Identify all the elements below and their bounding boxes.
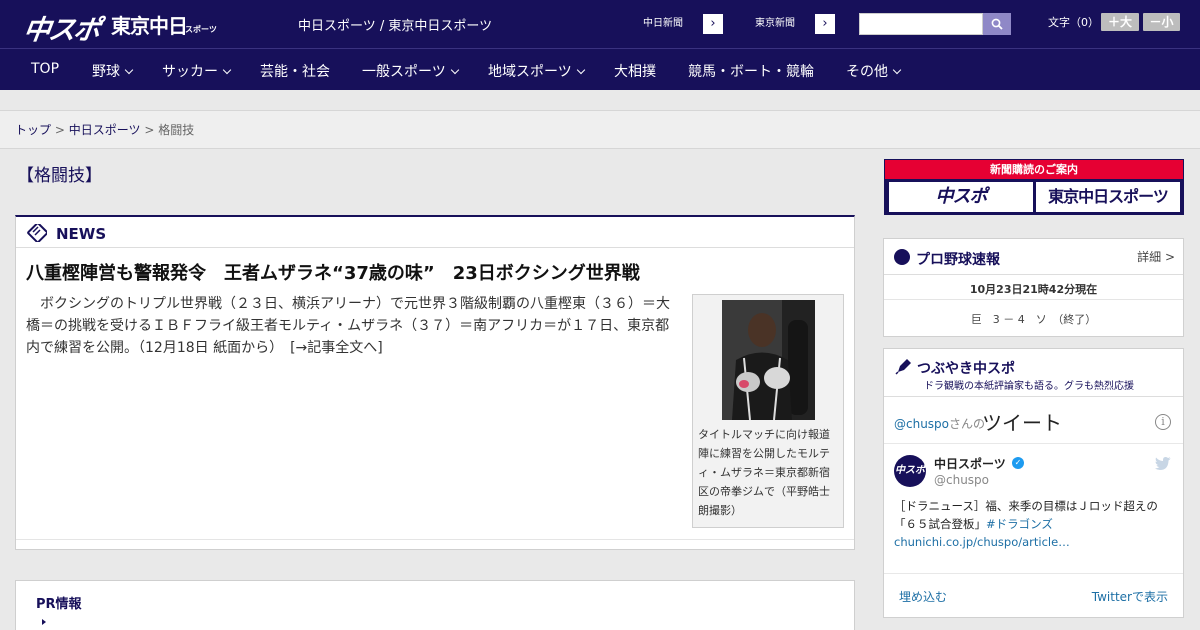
tweets-subtitle: ドラ観戦の本紙評論家も語る。グラも熱烈応援 [924, 381, 1134, 392]
nav-racing-label: 競馬・ボート・競輪 [688, 64, 814, 80]
bullet-arrow-icon [42, 619, 46, 625]
tokyo-shimbun-link[interactable]: 東京新聞 › [734, 13, 836, 35]
chevron-down-icon [892, 65, 902, 75]
twitter-bird-icon[interactable] [1155, 456, 1171, 470]
baseball-icon [894, 249, 910, 265]
photo-caption: タイトルマッチに向け報道陣に練習を公開したモルティ・ムザラネ＝東京都新宿区の帝拳… [698, 428, 830, 517]
chuspo-logo[interactable]: 中スポ [21, 8, 101, 47]
avatar[interactable]: 中スポ [894, 455, 926, 487]
article-photo-frame: タイトルマッチに向け報道陣に練習を公開したモルティ・ムザラネ＝東京都新宿区の帝拳… [692, 294, 844, 528]
read-more-link[interactable]: [→記事全文へ] [290, 340, 383, 356]
nav-soccer-label: サッカー [162, 64, 218, 80]
chunichi-shimbun-link[interactable]: 中日新聞 › [622, 13, 724, 35]
chevron-down-icon [222, 65, 232, 75]
article-summary: ボクシングのトリプル世界戦（２３日、横浜アリーナ）で元世界３階級制覇の八重樫東（… [26, 293, 681, 359]
font-smaller-button[interactable]: －小 [1143, 13, 1180, 31]
twitter-timeline: @chuspoさんの ツイート i 中スポ 中日スポーツ ✓ @chuspo ［… [884, 396, 1183, 618]
breadcrumb-top[interactable]: トップ [15, 123, 51, 137]
nav-sumo-label: 大相撲 [614, 64, 656, 80]
tweets-title: つぶやき中スポ [917, 361, 1015, 377]
nav-general-sports[interactable]: 一般スポーツ [362, 61, 459, 81]
chevron-right-icon: › [703, 14, 723, 34]
subscribe-tokyo-chunichi-logo[interactable]: 東京中日スポーツ [1036, 182, 1180, 212]
site-names: 中日スポーツ / 東京中日スポーツ [298, 19, 493, 34]
top-header: 中スポ 東京中日 スポーツ 中日スポーツ / 東京中日スポーツ 中日新聞 › 東… [0, 0, 1200, 48]
nav-baseball[interactable]: 野球 [92, 61, 134, 81]
baseball-game-result[interactable]: 巨 3 － 4 ソ （終了） [884, 311, 1183, 327]
info-icon[interactable]: i [1155, 414, 1171, 430]
verified-badge-icon: ✓ [1012, 457, 1024, 469]
baseball-divider [884, 299, 1183, 300]
nav-other-label: その他 [846, 64, 888, 80]
subscribe-chuspo-logo[interactable]: 中スポ [889, 182, 1033, 212]
nav-top[interactable]: TOP [31, 61, 59, 77]
pen-icon [895, 359, 911, 375]
font-larger-button[interactable]: ＋大 [1101, 13, 1139, 31]
chunichi-shimbun-label: 中日新聞 [623, 14, 703, 34]
baseball-scores-card: プロ野球速報 詳細 > 10月23日21時42分現在 巨 3 － 4 ソ （終了… [883, 238, 1184, 337]
search-icon [991, 18, 1003, 30]
tweets-card: つぶやき中スポ ドラ観戦の本紙評論家も語る。グラも熱烈応援 @chuspoさんの… [883, 348, 1184, 618]
tokyo-shimbun-label: 東京新聞 [735, 14, 815, 34]
boxer-photo[interactable] [722, 300, 815, 420]
article-headline[interactable]: 八重樫陣営も警報発令 王者ムザラネ“37歳の味” 23日ボクシング世界戦 [26, 259, 640, 285]
chevron-down-icon [124, 65, 134, 75]
nav-soccer[interactable]: サッカー [162, 61, 232, 81]
breadcrumb-separator: > [144, 123, 155, 137]
tokyo-chunichi-logo-sub: スポーツ [185, 25, 217, 34]
newspaper-icon [27, 224, 47, 242]
breadcrumb-current: 格闘技 [158, 123, 195, 137]
news-box: NEWS 八重樫陣営も警報発令 王者ムザラネ“37歳の味” 23日ボクシング世界… [15, 215, 855, 550]
news-header: NEWS [16, 217, 854, 248]
nav-other[interactable]: その他 [846, 61, 902, 81]
nav-local-sports-label: 地域スポーツ [488, 64, 572, 80]
view-on-twitter-link[interactable]: Twitterで表示 [1092, 588, 1168, 605]
news-footer-divider [16, 539, 854, 540]
baseball-updated-time: 10月23日21時42分現在 [969, 283, 1098, 296]
nav-baseball-label: 野球 [92, 64, 120, 80]
main-nav: TOP 野球 サッカー 芸能・社会 一般スポーツ 地域スポーツ 大相撲 競馬・ボ… [0, 48, 1200, 90]
timeline-heading: ツイート [982, 411, 1062, 435]
tweet-text: ［ドラニュース］福、来季の目標はＪロッド超えの「６５試合登板」#ドラゴンズ [894, 497, 1174, 533]
subscription-banner[interactable]: 新聞購読のご案内 中スポ 東京中日スポーツ [884, 159, 1184, 215]
chevron-down-icon [450, 65, 459, 75]
baseball-detail-link[interactable]: 詳細 > [1137, 248, 1175, 265]
breadcrumb-separator: > [54, 123, 65, 137]
nav-entertainment-label: 芸能・社会 [260, 64, 330, 80]
tweet-hashtag[interactable]: #ドラゴンズ [986, 517, 1053, 531]
nav-general-sports-label: 一般スポーツ [362, 64, 446, 80]
tweet-link[interactable]: chunichi.co.jp/chuspo/article… [894, 535, 1070, 549]
timeline-handle-text: @chuspo [894, 417, 950, 431]
search-button[interactable] [983, 13, 1011, 35]
news-section-label: NEWS [56, 225, 107, 243]
subscription-banner-title: 新聞購読のご案内 [885, 160, 1183, 179]
pr-box: PR情報 [15, 580, 855, 630]
chevron-down-icon [576, 65, 585, 75]
timeline-divider [884, 443, 1183, 444]
timeline-handle-suffix: さんの [949, 417, 986, 431]
pr-title: PR情報 [36, 597, 82, 612]
embed-link[interactable]: 埋め込む [899, 588, 947, 605]
baseball-scores-title: プロ野球速報 [916, 252, 1000, 268]
tweet-author-id[interactable]: @chuspo [934, 473, 989, 487]
breadcrumb-chuspo[interactable]: 中日スポーツ [69, 123, 141, 137]
nav-racing[interactable]: 競馬・ボート・競輪 [688, 61, 814, 81]
tweet-author-name[interactable]: 中日スポーツ [934, 455, 1006, 472]
nav-local-sports[interactable]: 地域スポーツ [488, 61, 585, 81]
breadcrumb: トップ > 中日スポーツ > 格闘技 [15, 121, 194, 138]
nav-sumo[interactable]: 大相撲 [614, 61, 656, 81]
timeline-footer-divider [884, 573, 1183, 574]
sub-strip [0, 90, 1200, 111]
baseball-scores-header: プロ野球速報 詳細 > [884, 239, 1183, 275]
chevron-right-icon: › [815, 14, 835, 34]
page-title: 【格闘技】 [17, 166, 102, 186]
font-size-label: 文字（0） [1048, 16, 1099, 29]
search-input[interactable] [859, 13, 983, 35]
nav-entertainment[interactable]: 芸能・社会 [260, 61, 330, 81]
timeline-handle[interactable]: @chuspoさんの [894, 415, 985, 432]
tokyo-chunichi-logo[interactable]: 東京中日 [111, 10, 188, 39]
nav-top-label: TOP [31, 61, 60, 77]
